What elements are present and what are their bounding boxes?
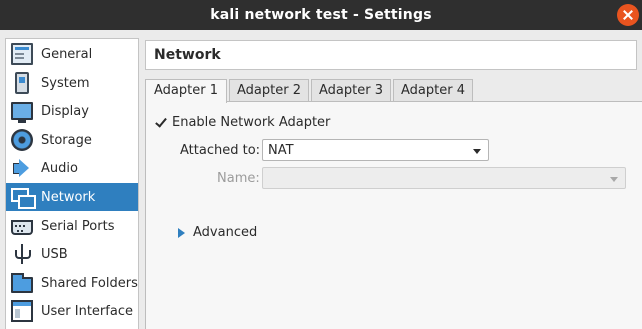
sidebar-item-user-interface[interactable]: User Interface	[6, 297, 138, 325]
storage-icon	[11, 129, 33, 151]
tab-label: Adapter 3	[319, 83, 383, 98]
chevron-down-icon	[610, 177, 618, 182]
usb-icon	[11, 243, 33, 265]
title-bar: kali network test - Settings	[0, 0, 642, 30]
attached-to-label: Attached to:	[180, 143, 261, 158]
tab-adapter-2[interactable]: Adapter 2	[229, 79, 309, 102]
close-icon[interactable]	[617, 4, 639, 26]
settings-sidebar: General System Display Storage Audio Net…	[5, 38, 139, 329]
settings-window: General System Display Storage Audio Net…	[0, 30, 642, 329]
sidebar-item-label: Storage	[41, 132, 92, 148]
enable-adapter-label: Enable Network Adapter	[172, 115, 331, 130]
tab-label: Adapter 1	[154, 83, 218, 98]
tab-label: Adapter 4	[401, 83, 465, 98]
sidebar-item-network[interactable]: Network	[6, 183, 138, 211]
sidebar-item-display[interactable]: Display	[6, 97, 138, 125]
sidebar-item-usb[interactable]: USB	[6, 240, 138, 268]
enable-adapter-row[interactable]: Enable Network Adapter	[154, 115, 330, 130]
audio-icon	[11, 157, 33, 179]
tab-adapter-3[interactable]: Adapter 3	[311, 79, 391, 102]
sidebar-item-label: General	[41, 46, 93, 62]
page-title: Network	[154, 47, 221, 63]
name-select	[262, 167, 626, 189]
user-interface-icon	[11, 300, 33, 322]
sidebar-item-label: Serial Ports	[41, 218, 115, 234]
window-title: kali network test - Settings	[210, 7, 432, 23]
sidebar-item-shared-folders[interactable]: Shared Folders	[6, 269, 138, 297]
expand-arrow-icon	[178, 227, 185, 238]
sidebar-item-storage[interactable]: Storage	[6, 126, 138, 154]
advanced-expander[interactable]: Advanced	[178, 225, 257, 240]
system-icon	[15, 72, 29, 94]
name-label: Name:	[217, 171, 260, 186]
advanced-label: Advanced	[193, 225, 258, 240]
sidebar-item-general[interactable]: General	[6, 40, 138, 68]
adapter-panel: Enable Network Adapter Attached to: NAT …	[145, 101, 642, 329]
enable-adapter-checkbox[interactable]	[154, 116, 168, 130]
sidebar-item-audio[interactable]: Audio	[6, 154, 138, 182]
attached-to-value: NAT	[268, 143, 294, 158]
general-icon	[11, 43, 33, 65]
tab-label: Adapter 2	[237, 83, 301, 98]
sidebar-item-system[interactable]: System	[6, 69, 138, 97]
serial-ports-icon	[11, 220, 33, 235]
shared-folders-icon	[11, 273, 33, 293]
tab-adapter-1[interactable]: Adapter 1	[145, 79, 227, 103]
sidebar-item-label: System	[41, 75, 90, 91]
sidebar-item-label: Display	[41, 103, 89, 119]
sidebar-item-label: User Interface	[41, 303, 133, 319]
sidebar-item-label: Network	[41, 189, 96, 205]
tab-adapter-4[interactable]: Adapter 4	[393, 79, 473, 102]
sidebar-item-label: Audio	[41, 160, 78, 176]
sidebar-item-label: Shared Folders	[41, 275, 138, 291]
display-icon	[11, 102, 33, 123]
chevron-down-icon	[473, 149, 481, 154]
sidebar-item-serial-ports[interactable]: Serial Ports	[6, 212, 138, 240]
network-icon	[11, 186, 36, 209]
page-header: Network	[145, 40, 637, 70]
attached-to-select[interactable]: NAT	[262, 139, 489, 161]
sidebar-item-label: USB	[41, 246, 68, 262]
